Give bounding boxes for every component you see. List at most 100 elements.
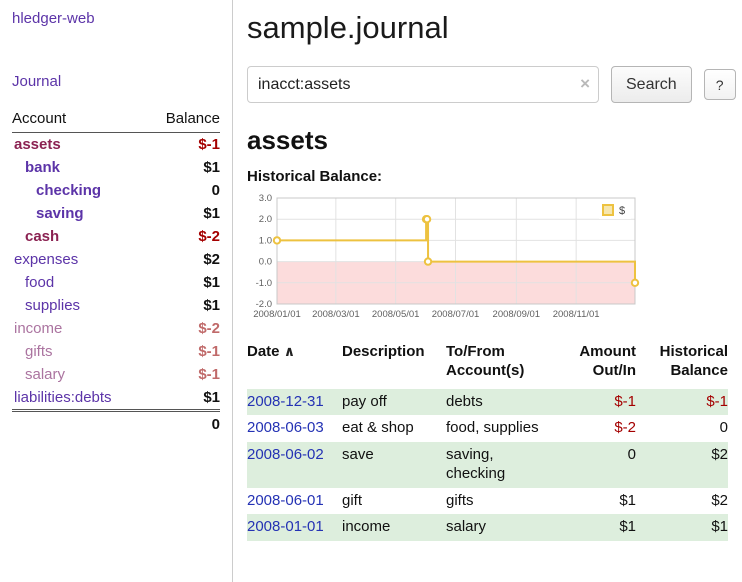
transaction-amount: $-2 [564, 415, 636, 442]
accounts-total-value: 0 [147, 411, 220, 438]
register-header-row: Date ∧ Description To/From Account(s) Am… [247, 343, 728, 389]
account-row: cash$-2 [12, 225, 220, 248]
sidebar-account-link[interactable]: supplies [12, 294, 147, 317]
transaction-description: eat & shop [342, 415, 446, 442]
account-heading: assets [247, 125, 736, 156]
transaction-description: save [342, 442, 446, 488]
sidebar-account-balance: $1 [147, 202, 220, 225]
sort-asc-icon: ∧ [284, 343, 295, 359]
sidebar-account-link[interactable]: saving [12, 202, 147, 225]
sidebar-account-link[interactable]: salary [12, 363, 147, 386]
main-content: sample.journal × Search ? assets Histori… [233, 0, 742, 582]
sidebar-account-balance: 0 [147, 179, 220, 202]
transaction-date-link[interactable]: 2008-06-01 [247, 488, 342, 515]
help-button[interactable]: ? [704, 69, 736, 100]
search-button[interactable]: Search [611, 66, 692, 103]
transaction-balance: $-1 [636, 389, 728, 416]
svg-text:2008/09/01: 2008/09/01 [493, 309, 541, 320]
sidebar-account-balance: $1 [147, 156, 220, 179]
transaction-date-link[interactable]: 2008-06-03 [247, 415, 342, 442]
svg-text:2008/07/01: 2008/07/01 [432, 309, 480, 320]
sidebar-account-link[interactable]: bank [12, 156, 147, 179]
sidebar-account-balance: $-1 [147, 133, 220, 157]
col-header-date[interactable]: Date ∧ [247, 343, 342, 389]
svg-text:2008/05/01: 2008/05/01 [372, 309, 420, 320]
svg-text:$: $ [619, 205, 625, 217]
sidebar-account-link[interactable]: food [12, 271, 147, 294]
register-row: 2008-12-31pay offdebts$-1$-1 [247, 389, 728, 416]
transaction-accounts: gifts [446, 488, 564, 515]
transaction-accounts: food, supplies [446, 415, 564, 442]
transaction-date-link[interactable]: 2008-12-31 [247, 389, 342, 416]
transaction-amount: $1 [564, 514, 636, 541]
transaction-amount: $1 [564, 488, 636, 515]
sidebar-account-balance: $-2 [147, 317, 220, 340]
sidebar: hledger-web Journal Account Balance asse… [0, 0, 233, 582]
register-row: 2008-01-01incomesalary$1$1 [247, 514, 728, 541]
svg-text:0.0: 0.0 [259, 257, 272, 268]
register-row: 2008-06-01giftgifts$1$2 [247, 488, 728, 515]
transaction-date-link[interactable]: 2008-06-02 [247, 442, 342, 488]
sidebar-account-link[interactable]: gifts [12, 340, 147, 363]
accounts-header-row: Account Balance [12, 110, 220, 133]
sidebar-account-link[interactable]: checking [12, 179, 147, 202]
journal-nav-link[interactable]: Journal [12, 73, 220, 90]
sidebar-account-balance: $1 [147, 271, 220, 294]
account-row: gifts$-1 [12, 340, 220, 363]
sidebar-account-link[interactable]: income [12, 317, 147, 340]
sidebar-account-balance: $2 [147, 248, 220, 271]
col-header-accounts: To/From Account(s) [446, 343, 564, 389]
transaction-balance: 0 [636, 415, 728, 442]
transaction-balance: $2 [636, 442, 728, 488]
accounts-total-spacer [12, 411, 147, 438]
account-row: expenses$2 [12, 248, 220, 271]
svg-text:3.0: 3.0 [259, 193, 272, 204]
svg-text:-1.0: -1.0 [256, 278, 272, 289]
sidebar-account-link[interactable]: expenses [12, 248, 147, 271]
transaction-description: gift [342, 488, 446, 515]
account-row: salary$-1 [12, 363, 220, 386]
transaction-accounts: saving, checking [446, 442, 564, 488]
svg-text:2008/01/01: 2008/01/01 [253, 309, 301, 320]
transaction-date-link[interactable]: 2008-01-01 [247, 514, 342, 541]
search-input[interactable] [247, 66, 599, 103]
svg-text:2008/03/01: 2008/03/01 [312, 309, 360, 320]
clear-search-icon[interactable]: × [580, 74, 590, 94]
search-box: × [247, 66, 599, 103]
accounts-table: Account Balance assets$-1bank$1checking0… [12, 110, 220, 437]
historical-balance-chart: 3.02.01.00.0-1.0-2.02008/01/012008/03/01… [247, 193, 643, 323]
transaction-description: income [342, 514, 446, 541]
chart-title: Historical Balance: [247, 168, 736, 185]
transaction-balance: $2 [636, 488, 728, 515]
sidebar-account-balance: $-1 [147, 363, 220, 386]
page-title: sample.journal [247, 10, 736, 46]
svg-text:2.0: 2.0 [259, 214, 272, 225]
sidebar-account-balance: $-1 [147, 340, 220, 363]
svg-text:2008/11/01: 2008/11/01 [553, 309, 600, 320]
sidebar-account-link[interactable]: cash [12, 225, 147, 248]
app-title-link[interactable]: hledger-web [12, 10, 220, 27]
account-row: bank$1 [12, 156, 220, 179]
transaction-description: pay off [342, 389, 446, 416]
app-window: hledger-web Journal Account Balance asse… [0, 0, 742, 582]
account-row: assets$-1 [12, 133, 220, 157]
sidebar-account-link[interactable]: liabilities:debts [12, 386, 147, 411]
sidebar-account-balance: $1 [147, 386, 220, 411]
col-header-description: Description [342, 343, 446, 389]
transaction-amount: $-1 [564, 389, 636, 416]
sidebar-account-balance: $-2 [147, 225, 220, 248]
account-row: food$1 [12, 271, 220, 294]
account-row: checking0 [12, 179, 220, 202]
transaction-balance: $1 [636, 514, 728, 541]
sidebar-account-balance: $1 [147, 294, 220, 317]
accounts-total-row: 0 [12, 411, 220, 438]
sidebar-account-link[interactable]: assets [12, 133, 147, 157]
transaction-amount: 0 [564, 442, 636, 488]
date-header-label: Date [247, 343, 280, 360]
register-table: Date ∧ Description To/From Account(s) Am… [247, 343, 728, 541]
account-row: liabilities:debts$1 [12, 386, 220, 411]
accounts-header-account: Account [12, 110, 147, 133]
transaction-accounts: salary [446, 514, 564, 541]
chart-svg: 3.02.01.00.0-1.0-2.02008/01/012008/03/01… [247, 193, 643, 323]
svg-text:1.0: 1.0 [259, 235, 272, 246]
